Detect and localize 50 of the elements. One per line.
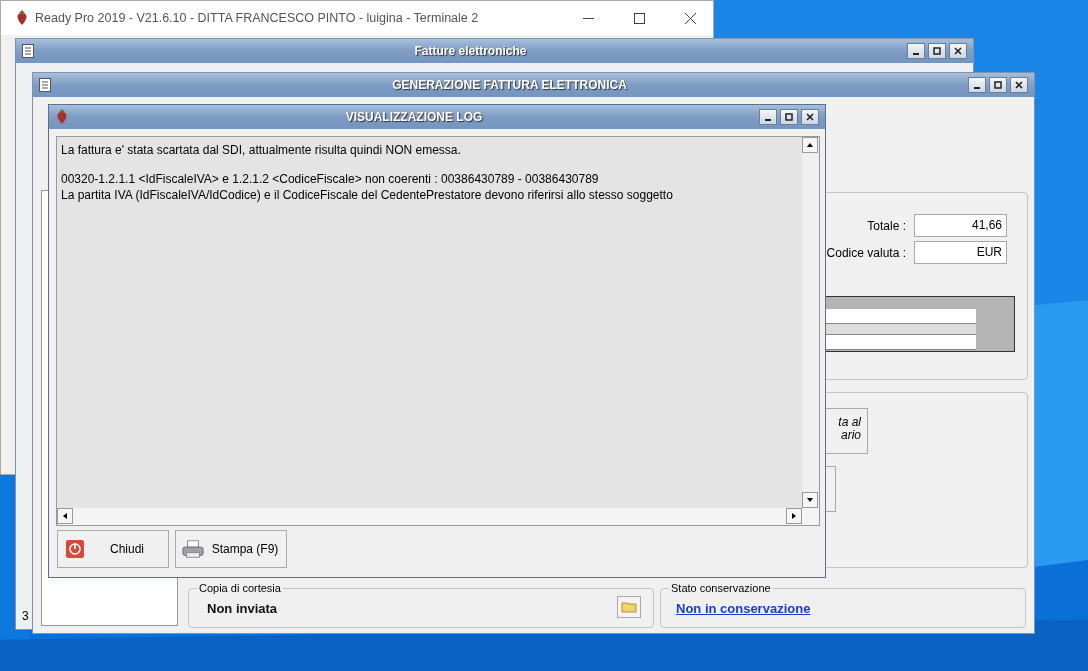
close-button[interactable]: Chiudi bbox=[57, 530, 169, 568]
scroll-left-button[interactable] bbox=[57, 508, 73, 524]
group-legend: Copia di cortesia bbox=[197, 582, 283, 594]
window-title: Fatture elettroniche bbox=[413, 44, 528, 58]
log-line: 00320-1.2.1.1 <IdFiscaleIVA> e 1.2.1.2 <CodiceFiscale> non coerenti : 00386430789 - 00386430789 bbox=[61, 171, 600, 187]
minimize-button[interactable] bbox=[907, 43, 925, 59]
status-text: 3 bbox=[22, 609, 29, 623]
document-icon bbox=[39, 78, 51, 92]
maximize-icon[interactable] bbox=[634, 12, 645, 24]
log-line: La fattura e' stata scartata dal SDI, attualmente risulta quindi NON emessa. bbox=[61, 142, 462, 158]
maximize-button[interactable] bbox=[928, 43, 946, 59]
log-line: La partita IVA (IdFiscaleIVA/IdCodice) e il CodiceFiscale del CedentePrestatore devono riferirsi allo stesso soggetto bbox=[61, 187, 674, 203]
field-label: Totale : bbox=[867, 218, 906, 233]
maximize-icon bbox=[933, 47, 941, 55]
group-legend: Stato conservazione bbox=[669, 582, 773, 594]
document-icon bbox=[22, 44, 34, 58]
maximize-button[interactable] bbox=[780, 109, 798, 125]
minimize-button[interactable] bbox=[968, 77, 986, 93]
printer-icon bbox=[182, 539, 204, 559]
conservation-link[interactable]: Non in conservazione bbox=[676, 601, 811, 616]
close-button[interactable] bbox=[801, 109, 819, 125]
close-icon bbox=[1015, 81, 1023, 89]
scroll-right-button[interactable] bbox=[786, 508, 802, 524]
close-button[interactable] bbox=[1010, 77, 1028, 93]
maximize-icon bbox=[994, 81, 1002, 89]
field-label: Codice valuta : bbox=[826, 245, 906, 260]
window-title: Ready Pro 2019 - V21.6.10 - DITTA FRANCESCO PINTO - luigina - Terminale 2 bbox=[35, 11, 479, 25]
power-icon bbox=[64, 539, 86, 559]
window-title: GENERAZIONE FATTURA ELETTRONICA bbox=[391, 78, 628, 92]
total-field[interactable]: 41,66 bbox=[914, 214, 1007, 237]
left-arrow-icon bbox=[61, 512, 69, 520]
strawberry-icon bbox=[55, 109, 69, 125]
print-button[interactable]: Stampa (F9) bbox=[175, 530, 287, 568]
folder-icon bbox=[621, 601, 637, 613]
minimize-button[interactable] bbox=[759, 109, 777, 125]
status-text: Non inviata bbox=[207, 601, 278, 616]
close-icon[interactable] bbox=[685, 12, 696, 24]
scroll-down-button[interactable] bbox=[802, 492, 818, 508]
currency-field[interactable]: EUR bbox=[914, 241, 1007, 264]
scroll-up-button[interactable] bbox=[802, 137, 818, 153]
up-arrow-icon bbox=[806, 141, 814, 149]
maximize-icon bbox=[785, 113, 793, 121]
maximize-button[interactable] bbox=[989, 77, 1007, 93]
close-icon bbox=[806, 113, 814, 121]
right-arrow-icon bbox=[790, 512, 798, 520]
window-title: VISUALIZZAZIONE LOG bbox=[344, 110, 484, 124]
close-button[interactable] bbox=[949, 43, 967, 59]
down-arrow-icon bbox=[806, 496, 814, 504]
close-icon bbox=[954, 47, 962, 55]
strawberry-icon bbox=[15, 10, 29, 26]
